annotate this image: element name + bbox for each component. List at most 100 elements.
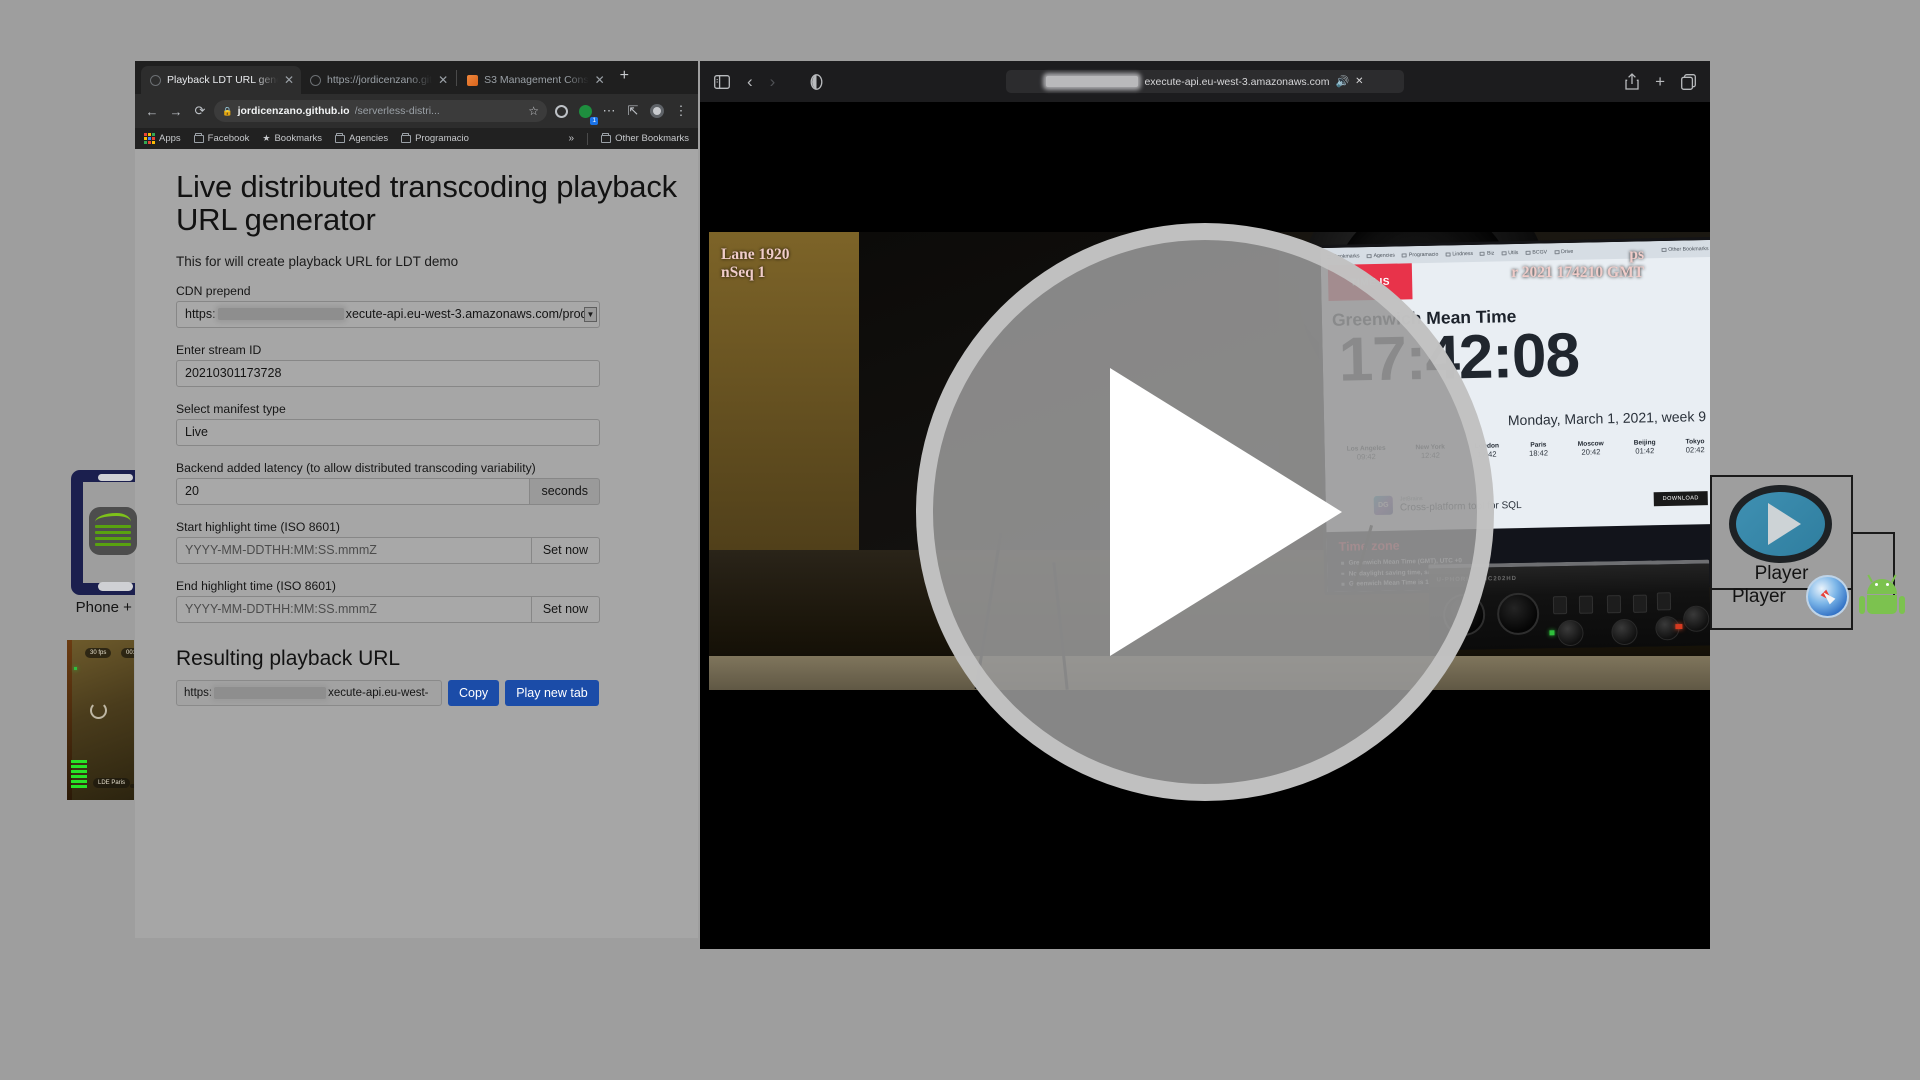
safari-address-bar[interactable]: execute-api.eu-west-3.amazonaws.com 🔊 ✕ — [1006, 70, 1404, 93]
globe-icon — [310, 75, 321, 86]
star-icon[interactable]: ☆ — [528, 104, 539, 118]
address-bar[interactable]: 🔒 jordicenzano.github.io /serverless-dis… — [214, 100, 547, 122]
latency-unit-label: seconds — [530, 478, 600, 505]
field-manifest-type[interactable]: Live — [176, 419, 600, 446]
cdn-prepend-suffix: xecute-api.eu-west-3.amazonaws.com/prod/ — [346, 307, 591, 321]
field-start-highlight[interactable]: YYYY-MM-DDTHH:MM:SS.mmmZ Set now — [176, 537, 600, 564]
date-display: Monday, March 1, 2021, week 9 — [1508, 408, 1706, 428]
field-cdn-prepend[interactable]: https: xecute-api.eu-west-3.amazonaws.co… — [176, 301, 600, 328]
label-start-highlight: Start highlight time (ISO 8601) — [176, 520, 698, 534]
extra-badge — [130, 784, 134, 788]
extension-badge-count: 1 — [590, 117, 598, 125]
speaker-icon[interactable]: 🔊 — [1335, 75, 1349, 88]
play-new-tab-button[interactable]: Play new tab — [505, 680, 599, 706]
close-icon[interactable]: ✕ — [595, 74, 605, 86]
result-url-row: https: xecute-api.eu-west- Copy Play new… — [176, 680, 600, 706]
cdn-prepend-input[interactable]: https: xecute-api.eu-west-3.amazonaws.co… — [176, 301, 600, 328]
plus-icon[interactable]: + — [1655, 72, 1665, 92]
bookmarks-divider — [587, 133, 588, 145]
url-path: /serverless-distri... — [355, 105, 440, 117]
browser-tab-1[interactable]: Playback LDT URL gene ✕ — [141, 66, 301, 94]
close-icon[interactable]: ✕ — [438, 74, 448, 86]
phone-video-preview[interactable]: 30 fps 00: LDE Paris — [67, 640, 134, 800]
chrome-menu-icon[interactable]: ⋮ — [671, 101, 691, 121]
stream-id-input[interactable]: 20210301173728 — [176, 360, 600, 387]
aws-s3-icon — [467, 75, 478, 86]
reload-icon[interactable]: ⟳ — [190, 101, 210, 121]
result-heading: Resulting playback URL — [176, 647, 698, 671]
redacted-region — [218, 308, 344, 320]
safari-toolbar-right: + — [1625, 72, 1696, 92]
start-highlight-input[interactable]: YYYY-MM-DDTHH:MM:SS.mmmZ — [176, 537, 532, 564]
chrome-browser-window: Playback LDT URL gene ✕ https://jordicen… — [135, 61, 698, 938]
tab-overview-icon[interactable] — [1681, 74, 1696, 90]
field-end-highlight[interactable]: YYYY-MM-DDTHH:MM:SS.mmmZ Set now — [176, 596, 600, 623]
city-time: Paris18:42 — [1529, 441, 1548, 457]
bookmark-facebook[interactable]: Facebook — [194, 133, 250, 144]
chevron-left-icon[interactable]: ‹ — [747, 72, 753, 92]
player-outer-label: Player — [1732, 586, 1786, 608]
chevron-right-icon[interactable]: › — [770, 72, 776, 92]
play-icon[interactable] — [916, 223, 1494, 801]
video-player-area[interactable]: Bookmarks Agencies Programacio Lindness … — [700, 102, 1710, 949]
end-highlight-input[interactable]: YYYY-MM-DDTHH:MM:SS.mmmZ — [176, 596, 532, 623]
play-circle-icon[interactable] — [1729, 485, 1832, 563]
label-end-highlight: End highlight time (ISO 8601) — [176, 579, 698, 593]
field-backend-latency[interactable]: 20 seconds — [176, 478, 600, 505]
safari-logo-icon — [1806, 575, 1849, 618]
bookmark-label: Facebook — [208, 133, 250, 144]
star-icon: ★ — [262, 133, 270, 144]
result-url-input[interactable]: https: xecute-api.eu-west- — [176, 680, 442, 706]
result-url-prefix: https: — [184, 687, 212, 699]
bookmarks-bar: Apps Facebook ★ Bookmarks Agencies Progr… — [135, 128, 698, 149]
bookmark-other-bookmarks[interactable]: Other Bookmarks — [601, 133, 689, 144]
label-cdn-prepend: CDN prepend — [176, 284, 698, 298]
backend-latency-input[interactable]: 20 — [176, 478, 530, 505]
label-stream-id: Enter stream ID — [176, 343, 698, 357]
bookmarks-overflow-icon[interactable]: » — [569, 133, 575, 144]
bookmark-bookmarks[interactable]: ★ Bookmarks — [262, 133, 322, 144]
url-host: jordicenzano.github.io — [238, 105, 350, 117]
start-set-now-button[interactable]: Set now — [532, 537, 600, 564]
loading-spinner-icon — [90, 702, 107, 719]
city-time: Beijing01:42 — [1634, 439, 1656, 455]
browser-tab-2[interactable]: https://jordicenzano.git ✕ — [301, 66, 455, 94]
bookmark-label: Apps — [159, 133, 181, 144]
avatar[interactable] — [647, 101, 667, 121]
tab-title: https://jordicenzano.git — [327, 74, 432, 86]
android-logo-icon — [1862, 576, 1902, 616]
folder-icon — [335, 135, 345, 143]
more-extensions-icon[interactable]: ⋯ — [599, 101, 619, 121]
new-tab-button[interactable]: + — [612, 67, 637, 89]
safari-url: execute-api.eu-west-3.amazonaws.com — [1144, 76, 1329, 88]
field-stream-id[interactable]: 20210301173728 — [176, 360, 600, 387]
close-icon[interactable]: ✕ — [284, 74, 294, 86]
extension-badge-icon[interactable]: 1 — [575, 101, 595, 121]
tab-title: Playback LDT URL gene — [167, 74, 278, 86]
bookmark-agencies[interactable]: Agencies — [335, 133, 388, 144]
copy-button[interactable]: Copy — [448, 680, 499, 706]
bookmark-label: Other Bookmarks — [615, 133, 689, 144]
sidebar-toggle-icon[interactable] — [714, 75, 730, 89]
end-set-now-button[interactable]: Set now — [532, 596, 600, 623]
page-content: Live distributed transcoding playback UR… — [135, 149, 698, 938]
chart-app-icon — [89, 507, 137, 555]
location-badge: LDE Paris — [93, 778, 130, 788]
folder-icon — [401, 135, 411, 143]
share-icon[interactable] — [1625, 73, 1639, 90]
page-lede: This for will create playback URL for LD… — [176, 254, 698, 269]
bookmark-programacio[interactable]: Programacio — [401, 133, 469, 144]
share-icon[interactable]: ⇱ — [623, 101, 643, 121]
chevron-down-icon[interactable]: ▼ — [584, 307, 597, 322]
bookmark-apps[interactable]: Apps — [144, 133, 181, 144]
forward-icon[interactable]: → — [166, 101, 186, 121]
diagram-wire-horizontal — [1853, 532, 1895, 534]
browser-toolbar: ← → ⟳ 🔒 jordicenzano.github.io /serverle… — [135, 94, 698, 128]
ad-download-button: DOWNLOAD — [1653, 491, 1707, 506]
back-icon[interactable]: ← — [142, 101, 162, 121]
extension-circle-icon[interactable] — [551, 101, 571, 121]
close-icon[interactable]: ✕ — [1355, 76, 1363, 87]
browser-tab-3[interactable]: S3 Management Cons ✕ — [458, 66, 612, 94]
manifest-type-select[interactable]: Live — [176, 419, 600, 446]
reader-mode-icon[interactable] — [810, 74, 823, 90]
